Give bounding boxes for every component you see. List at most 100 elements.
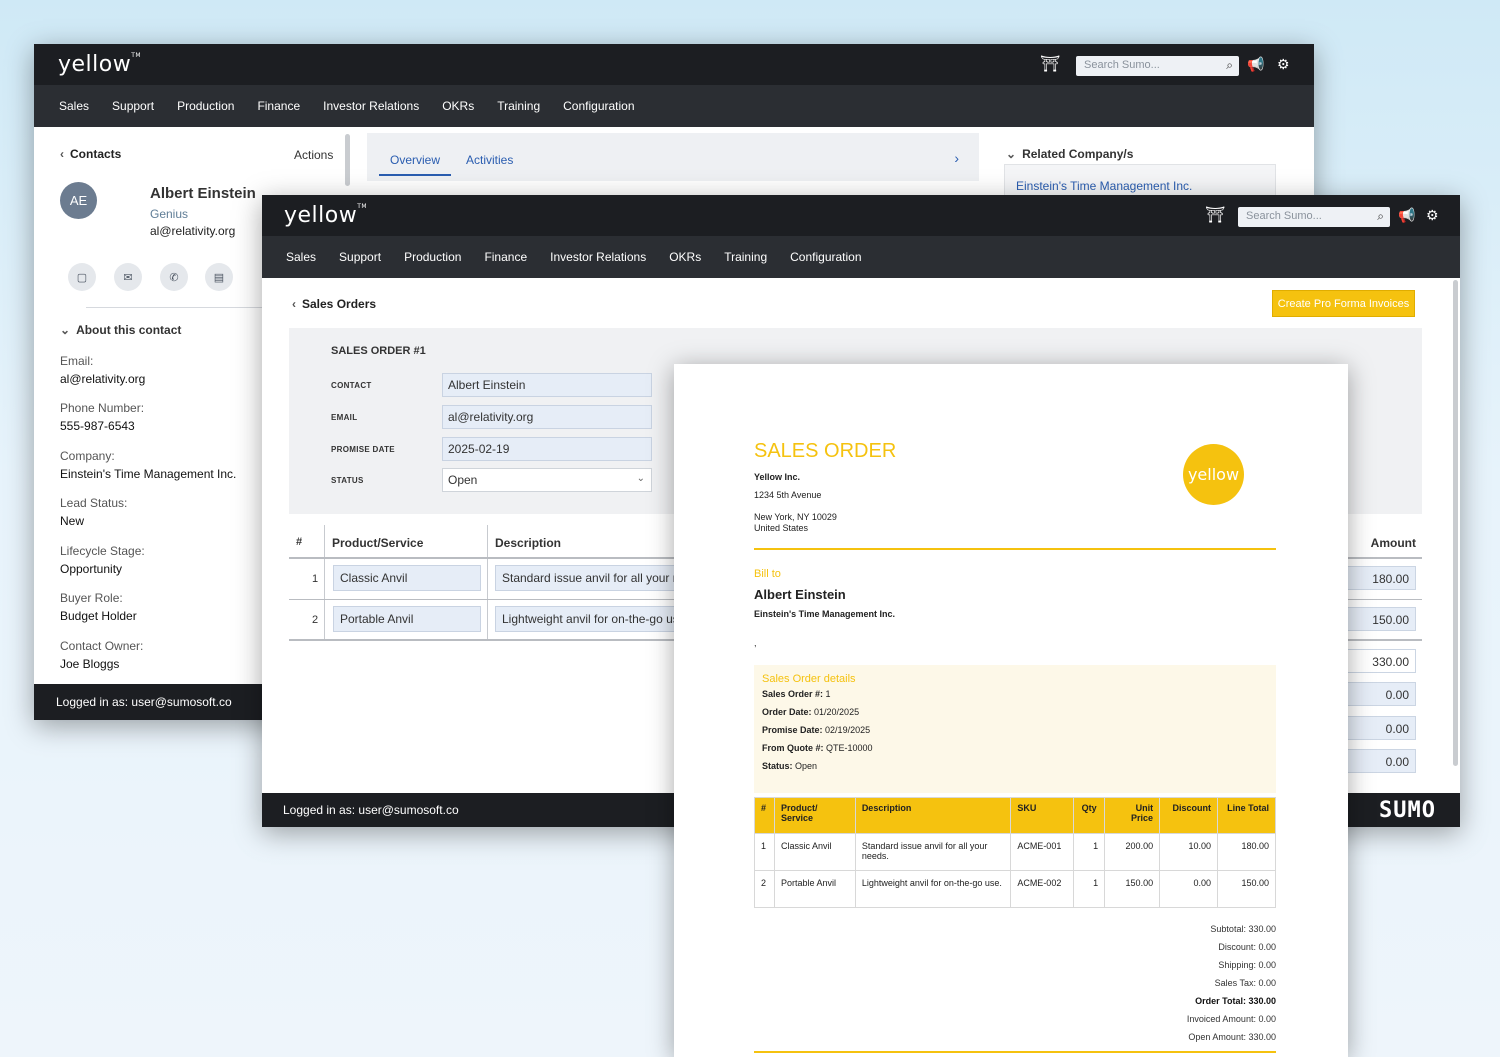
col-line-total: Line Total [1217, 797, 1276, 834]
product-field[interactable]: Portable Anvil [333, 606, 481, 632]
torii-icon[interactable]: ⛩ [1040, 54, 1060, 74]
nav-training[interactable]: Training [724, 250, 767, 264]
contact-label: CONTACT [331, 381, 372, 390]
cell-line-total: 180.00 [1217, 833, 1276, 871]
shipping-row: Shipping: 0.00 [1218, 960, 1276, 970]
gear-icon[interactable]: ⚙ [1426, 207, 1439, 224]
status-label: STATUS [331, 476, 364, 485]
detail-row: Sales Order #: 1 [762, 689, 831, 699]
breadcrumb[interactable]: ‹ Sales Orders [292, 297, 376, 311]
cell-qty: 1 [1073, 870, 1106, 908]
order-details-box: Sales Order details Sales Order #: 1 Ord… [754, 665, 1276, 793]
torii-icon[interactable]: ⛩ [1205, 205, 1225, 225]
calendar-icon[interactable]: ▤ [205, 263, 233, 291]
row-num: 2 [312, 614, 319, 626]
detail-row: Promise Date: 02/19/2025 [762, 725, 871, 735]
scrollbar[interactable] [345, 134, 350, 186]
cell-discount: 0.00 [1159, 870, 1219, 908]
nav-investor-relations[interactable]: Investor Relations [550, 250, 646, 264]
about-contact-header[interactable]: ⌄ About this contact [60, 323, 181, 337]
description-field[interactable]: Lightweight anvil for on-the-go use [495, 606, 695, 632]
field-value: al@relativity.org [60, 372, 146, 386]
bill-to-company: Einstein's Time Management Inc. [754, 609, 896, 619]
cell-num: 1 [754, 833, 775, 871]
field-label: Buyer Role: [60, 591, 123, 605]
nav-finance[interactable]: Finance [484, 250, 527, 264]
contact-field[interactable]: Albert Einstein [442, 373, 652, 397]
nav-okrs[interactable]: OKRs [669, 250, 701, 264]
nav-finance[interactable]: Finance [257, 99, 300, 113]
amount-field[interactable]: 180.00 [1346, 566, 1416, 590]
nav-support[interactable]: Support [339, 250, 381, 264]
gear-icon[interactable]: ⚙ [1277, 56, 1290, 73]
note-icon[interactable]: ▢ [68, 263, 96, 291]
nav-configuration[interactable]: Configuration [563, 99, 634, 113]
email-field[interactable]: al@relativity.org [442, 405, 652, 429]
chevron-left-icon: ‹ [60, 147, 64, 161]
nav-configuration[interactable]: Configuration [790, 250, 861, 264]
search-icon[interactable]: ⌕ [1226, 58, 1233, 73]
col-sku: SKU [1010, 797, 1075, 834]
total-field[interactable]: 0.00 [1346, 716, 1416, 740]
invoiced-amount-row: Invoiced Amount: 0.00 [1186, 1014, 1276, 1024]
megaphone-icon[interactable]: 📢 [1247, 56, 1264, 73]
tab-overview[interactable]: Overview [390, 153, 440, 167]
phone-icon[interactable]: ✆ [160, 263, 188, 291]
search-input[interactable]: Search Sumo... ⌕ [1076, 56, 1239, 76]
create-pro-forma-button[interactable]: Create Pro Forma Invoices [1272, 290, 1415, 317]
related-company-link[interactable]: Einstein's Time Management Inc. [1016, 179, 1192, 193]
col-num: # [754, 797, 775, 834]
yellow-logo[interactable]: yellowTM [58, 52, 141, 77]
field-label: Email: [60, 354, 94, 368]
divider [754, 548, 1276, 550]
table-header-row: # Product/ Service Description SKU Qty U… [754, 797, 1276, 834]
tab-activities[interactable]: Activities [466, 153, 513, 167]
nav-training[interactable]: Training [497, 99, 540, 113]
yellow-logo[interactable]: yellowTM [284, 203, 367, 228]
nav-okrs[interactable]: OKRs [442, 99, 474, 113]
status-select[interactable]: Open ⌄ [442, 468, 652, 492]
active-tab-indicator [379, 174, 451, 176]
cell-product: Portable Anvil [773, 870, 856, 908]
col-unit-price: Unit Price [1104, 797, 1161, 834]
nav-sales[interactable]: Sales [59, 99, 89, 113]
field-label: Contact Owner: [60, 639, 144, 653]
field-label: Company: [60, 449, 115, 463]
total-field[interactable]: 0.00 [1346, 749, 1416, 773]
divider [754, 1051, 1276, 1053]
nav-production[interactable]: Production [177, 99, 234, 113]
mail-icon[interactable]: ✉ [114, 263, 142, 291]
description-field[interactable]: Standard issue anvil for all your ne [495, 565, 695, 591]
cell-description: Standard issue anvil for all your needs. [854, 833, 1012, 871]
chevron-right-icon[interactable]: › [954, 150, 959, 166]
nav-investor-relations[interactable]: Investor Relations [323, 99, 419, 113]
total-field[interactable]: 0.00 [1346, 682, 1416, 706]
amount-field[interactable]: 150.00 [1346, 607, 1416, 631]
contact-email: al@relativity.org [150, 224, 236, 238]
col-divider [487, 525, 488, 639]
search-input[interactable]: Search Sumo... ⌕ [1238, 207, 1390, 227]
search-icon[interactable]: ⌕ [1377, 209, 1384, 224]
related-company-header[interactable]: ⌄ Related Company/s [1006, 147, 1133, 161]
scrollbar[interactable] [1453, 280, 1458, 766]
detail-row: Status: Open [762, 761, 818, 771]
detail-row: From Quote #: QTE-10000 [762, 743, 873, 753]
row-num: 1 [312, 573, 319, 585]
promise-date-field[interactable]: 2025-02-19 [442, 437, 652, 461]
megaphone-icon[interactable]: 📢 [1398, 207, 1415, 224]
breadcrumb[interactable]: ‹ Contacts [60, 147, 328, 161]
subtotal-field[interactable]: 330.00 [1346, 649, 1416, 673]
field-label: Lifecycle Stage: [60, 544, 145, 558]
product-field[interactable]: Classic Anvil [333, 565, 481, 591]
field-value: Opportunity [60, 562, 123, 576]
table-row: 2 Portable Anvil Lightweight anvil for o… [754, 870, 1276, 908]
actions-menu[interactable]: Actions [294, 148, 333, 162]
yellow-logo: yellow [1183, 444, 1244, 505]
nav-support[interactable]: Support [112, 99, 154, 113]
nav-sales[interactable]: Sales [286, 250, 316, 264]
field-value: New [60, 514, 85, 528]
col-header-product: Product/Service [332, 536, 424, 550]
line-items-table: # Product/ Service Description SKU Qty U… [754, 797, 1276, 908]
cell-line-total: 150.00 [1217, 870, 1276, 908]
nav-production[interactable]: Production [404, 250, 461, 264]
